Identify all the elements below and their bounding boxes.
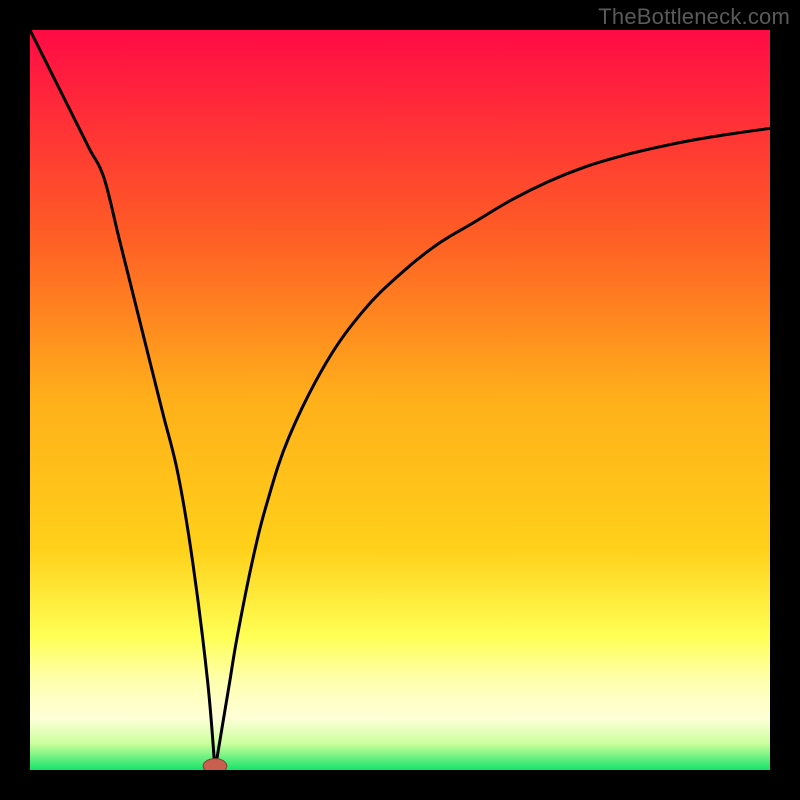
chart-svg bbox=[30, 30, 770, 770]
chart-frame bbox=[30, 30, 770, 770]
gradient-background bbox=[30, 30, 770, 770]
minimum-marker bbox=[203, 759, 227, 770]
watermark-text: TheBottleneck.com bbox=[598, 4, 790, 30]
